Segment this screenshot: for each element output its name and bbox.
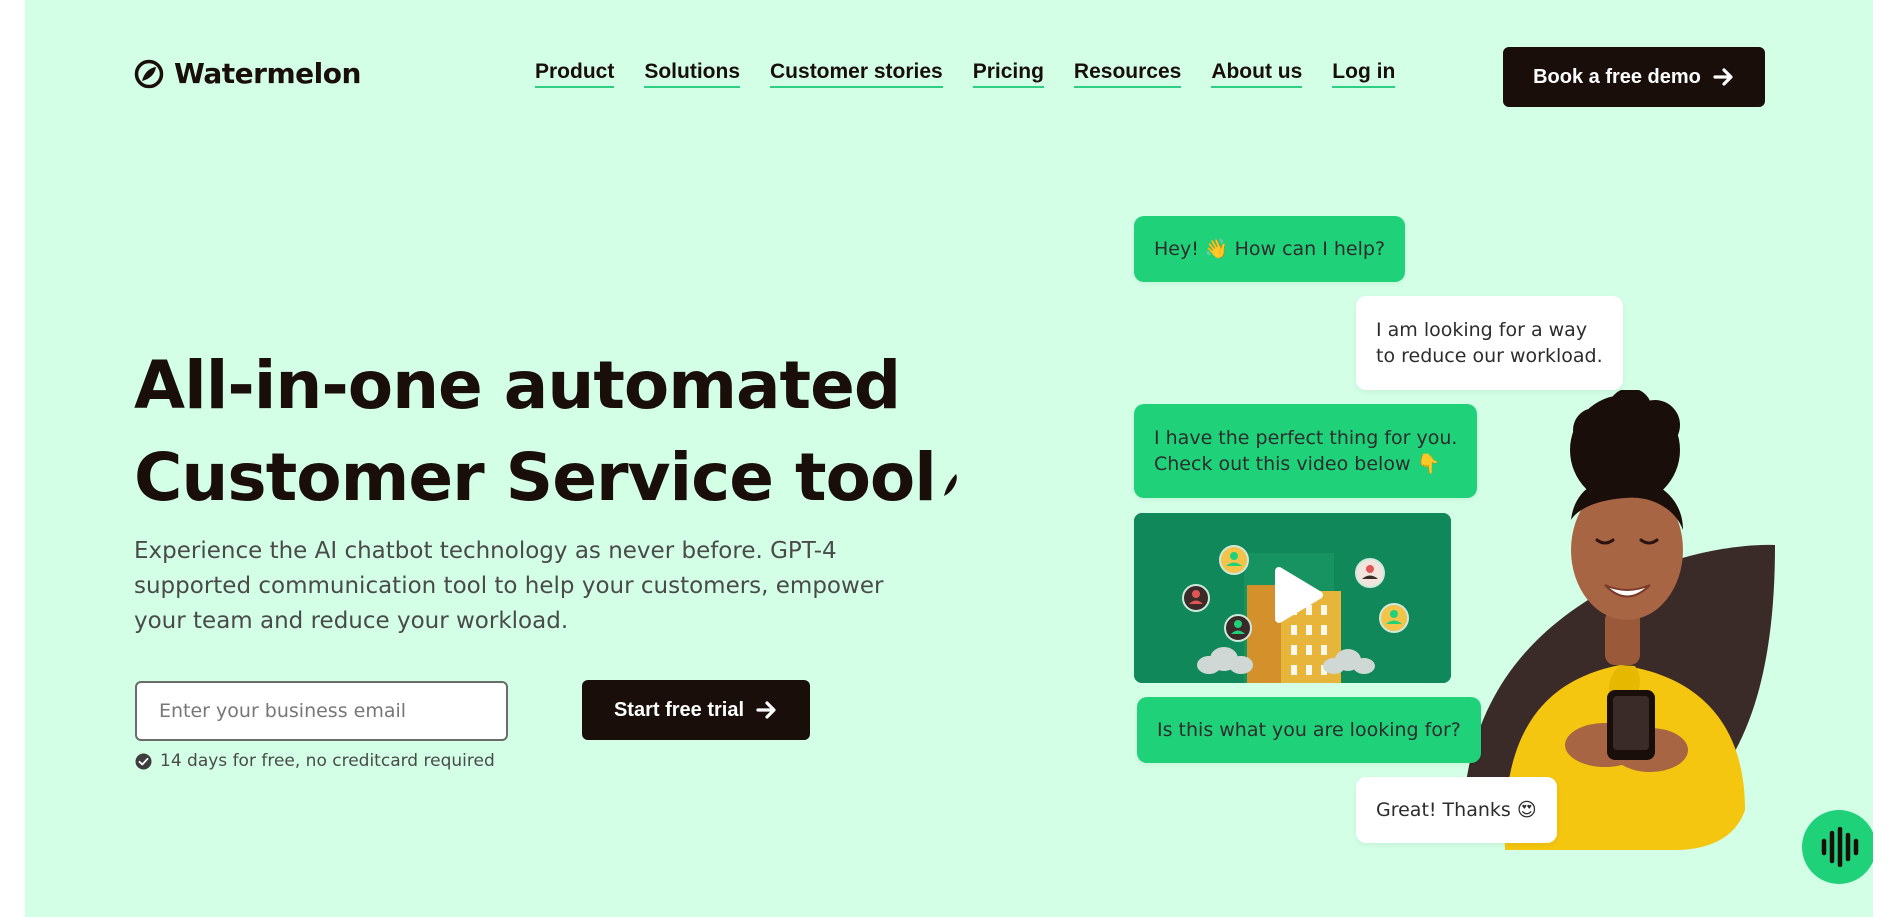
chat-bubble-user-2: Great! Thanks 😍 xyxy=(1356,777,1557,843)
chat-text-line2: to reduce our workload. xyxy=(1376,345,1603,367)
chat-bubble-user-1: I am looking for a way to reduce our wor… xyxy=(1356,296,1623,390)
arrow-right-icon xyxy=(756,701,776,719)
brand-logo[interactable]: Watermelon xyxy=(134,57,361,90)
check-badge-icon xyxy=(135,753,152,769)
book-demo-label: Book a free demo xyxy=(1533,65,1701,88)
trial-note: 14 days for free, no creditcard required xyxy=(135,751,495,771)
brand-name: Watermelon xyxy=(174,57,361,90)
nav-item-solutions[interactable]: Solutions xyxy=(644,60,741,88)
book-demo-button[interactable]: Book a free demo xyxy=(1503,47,1765,107)
start-trial-button[interactable]: Start free trial xyxy=(582,680,810,740)
trial-note-text: 14 days for free, no creditcard required xyxy=(160,751,495,771)
arrow-right-icon xyxy=(1713,68,1733,86)
hero-title-line2: Customer Service tool xyxy=(134,439,937,516)
chat-bubble-bot-1: Hey! 👋 How can I help? xyxy=(1134,216,1406,282)
chat-text-line1: I am looking for a way xyxy=(1376,319,1588,341)
hero-subtitle: Experience the AI chatbot technology as … xyxy=(134,538,884,634)
email-input[interactable] xyxy=(135,681,508,741)
hero-title-line1: All-in-one automated xyxy=(134,347,901,424)
voice-assistant-button[interactable] xyxy=(1802,810,1873,884)
chat-bubble-bot-3: Is this what you are looking for? xyxy=(1137,697,1481,763)
chat-text-line2: Check out this video below 👇 xyxy=(1154,453,1441,475)
hero-title: All-in-one automated Customer Service to… xyxy=(134,340,962,524)
chat-bubble-bot-2: I have the perfect thing for you. Check … xyxy=(1134,404,1478,498)
video-illustration xyxy=(1134,513,1451,683)
chat-text-line1: I have the perfect thing for you. xyxy=(1154,427,1458,449)
nav-item-about-us[interactable]: About us xyxy=(1211,60,1303,88)
voice-wave-icon xyxy=(1821,827,1859,867)
nav-item-log-in[interactable]: Log in xyxy=(1332,60,1396,88)
chat-text: Hey! 👋 How can I help? xyxy=(1154,238,1386,260)
start-trial-label: Start free trial xyxy=(613,698,745,721)
slash-accent-icon xyxy=(943,474,957,496)
watermelon-logo-icon xyxy=(134,59,164,88)
chat-text: Great! Thanks 😍 xyxy=(1376,799,1537,821)
video-thumbnail[interactable] xyxy=(1134,513,1451,683)
nav-item-product[interactable]: Product xyxy=(535,60,615,88)
main-nav: Product Solutions Customer stories Prici… xyxy=(535,60,1425,88)
nav-item-customer-stories[interactable]: Customer stories xyxy=(770,60,943,88)
nav-item-resources[interactable]: Resources xyxy=(1073,60,1182,88)
hero-section: Watermelon Product Solutions Customer st… xyxy=(25,0,1873,917)
chat-text: Is this what you are looking for? xyxy=(1157,719,1461,741)
nav-item-pricing[interactable]: Pricing xyxy=(972,60,1044,88)
